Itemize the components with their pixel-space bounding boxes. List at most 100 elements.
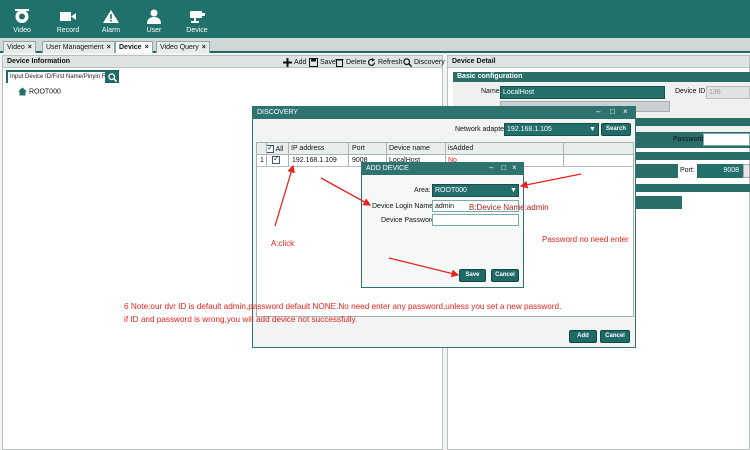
annotation-click: A:click <box>271 239 295 248</box>
close-icon[interactable]: × <box>512 163 517 172</box>
toolbar-label: Device <box>186 27 208 34</box>
row-number: 1 <box>260 157 264 164</box>
search-icon <box>403 57 412 67</box>
extra-field <box>636 196 682 209</box>
chevron-down-icon: ▼ <box>589 126 596 133</box>
refresh-label: Refresh <box>378 59 403 66</box>
toolbar-label: Video <box>13 27 31 34</box>
col-device-name: Device name <box>389 145 430 152</box>
minimize-icon[interactable]: – <box>596 107 600 116</box>
device-id-label: Device ID: <box>675 88 708 95</box>
toolbar-label: Record <box>56 27 80 34</box>
toolbar-device-button[interactable]: Device <box>175 0 219 38</box>
delete-icon <box>335 58 344 67</box>
toolbar-label: User <box>146 27 162 34</box>
section-header-network <box>636 118 750 126</box>
device-camera-icon <box>190 11 205 23</box>
discovery-cancel-button[interactable]: Cancel <box>600 330 630 343</box>
device-id-field[interactable]: 136 <box>706 86 750 99</box>
tab-label: Device <box>119 44 142 51</box>
close-icon[interactable]: × <box>107 44 111 51</box>
row-checkbox[interactable] <box>272 154 280 164</box>
dialog-title: DISCOVERY <box>253 107 635 119</box>
refresh-icon <box>367 57 376 66</box>
close-icon[interactable]: × <box>145 44 149 51</box>
save-button[interactable]: Save <box>459 269 486 282</box>
video-camera-icon <box>15 9 29 23</box>
tree-root-label: ROOT000 <box>28 88 61 96</box>
login-name-label: Device Login Name: <box>372 203 436 210</box>
network-adapter-label: Network adapter <box>455 126 507 133</box>
toolbar-user-button[interactable]: User <box>132 0 176 38</box>
cancel-button[interactable]: Cancel <box>491 269 519 282</box>
annotation-note-line2: if ID and password is wrong,you will add… <box>124 315 358 324</box>
tree-root-item[interactable]: ROOT000 <box>18 87 61 97</box>
minimize-icon[interactable]: – <box>489 163 493 172</box>
col-is-added: isAdded <box>448 145 474 152</box>
close-icon[interactable]: × <box>28 44 32 51</box>
delete-action-button[interactable]: Delete <box>335 56 366 69</box>
save-action-button[interactable]: Save <box>309 56 336 69</box>
device-search-box: Input Device ID/First Name/Pinyin F <box>6 70 119 83</box>
row-ip: 192.168.1.109 <box>292 157 337 164</box>
home-icon <box>18 87 27 96</box>
network-adapter-select[interactable]: 192.168.1.105 ▼ <box>504 123 599 136</box>
port-row-background <box>636 164 678 178</box>
col-ip: IP address <box>291 145 325 152</box>
tab-label: User Management <box>46 44 104 51</box>
section-header-port <box>636 152 750 160</box>
delete-label: Delete <box>346 59 367 66</box>
maximize-icon[interactable]: □ <box>501 163 506 172</box>
toolbar-label: Alarm <box>101 27 121 34</box>
save-icon <box>309 57 318 67</box>
tab-video-query[interactable]: Video Query × <box>156 41 210 53</box>
device-password-field[interactable] <box>432 214 519 226</box>
chevron-down-icon: ▼ <box>510 187 517 194</box>
area-select[interactable]: ROOT000 ▼ <box>432 184 519 197</box>
port-label: Port: <box>680 167 695 174</box>
annotation-note-line1: 6 Note:our dvr ID is default admin,passw… <box>124 302 562 311</box>
name-field[interactable]: LocalHost <box>500 86 665 99</box>
select-all-header[interactable]: All <box>266 143 284 153</box>
tab-label: Video <box>7 44 25 51</box>
annotation-login: B:Device Name:admin <box>469 203 549 212</box>
record-camera-icon <box>60 12 76 21</box>
password-label: Password: <box>673 136 706 143</box>
port-field[interactable]: 9008 <box>697 164 743 178</box>
tab-device[interactable]: Device × <box>115 41 153 53</box>
port-stepper[interactable] <box>743 164 750 178</box>
network-adapter-value: 192.168.1.105 <box>507 126 552 133</box>
toolbar-alarm-button[interactable]: Alarm <box>89 0 133 38</box>
search-button[interactable]: Search <box>601 123 631 136</box>
tab-video[interactable]: Video × <box>3 41 36 53</box>
refresh-action-button[interactable]: Refresh <box>367 56 403 69</box>
section-header-extra <box>636 184 750 192</box>
name-label: Name: <box>481 88 502 95</box>
area-value: ROOT000 <box>435 187 467 194</box>
plus-icon <box>283 57 292 67</box>
discovery-action-button[interactable]: Discovery <box>403 56 445 69</box>
close-icon[interactable]: × <box>202 44 206 51</box>
user-icon <box>147 9 161 24</box>
maximize-icon[interactable]: □ <box>610 107 615 116</box>
annotation-password: Password no need enter <box>542 235 629 244</box>
password-field[interactable] <box>703 133 750 146</box>
toolbar-video-button[interactable]: Video <box>0 0 44 38</box>
panel-title: Device Detail <box>448 56 749 68</box>
discovery-add-button[interactable]: Add <box>569 330 597 343</box>
save-label: Save <box>320 59 336 66</box>
close-icon[interactable]: × <box>623 107 628 116</box>
search-icon[interactable] <box>108 73 117 82</box>
search-input[interactable]: Input Device ID/First Name/Pinyin F <box>8 72 105 83</box>
checkbox-icon[interactable] <box>266 143 274 153</box>
dialog-title: ADD DEVICE <box>362 163 523 175</box>
device-password-label: Device Password: <box>381 217 438 224</box>
tab-user-management[interactable]: User Management × <box>42 41 115 53</box>
area-label: Area: <box>414 187 431 194</box>
tab-label: Video Query <box>160 44 199 51</box>
col-port: Port <box>352 145 365 152</box>
toolbar-record-button[interactable]: Record <box>46 0 90 38</box>
all-label: All <box>275 145 284 153</box>
add-action-button[interactable]: Add <box>283 56 306 69</box>
warning-icon <box>103 10 119 23</box>
